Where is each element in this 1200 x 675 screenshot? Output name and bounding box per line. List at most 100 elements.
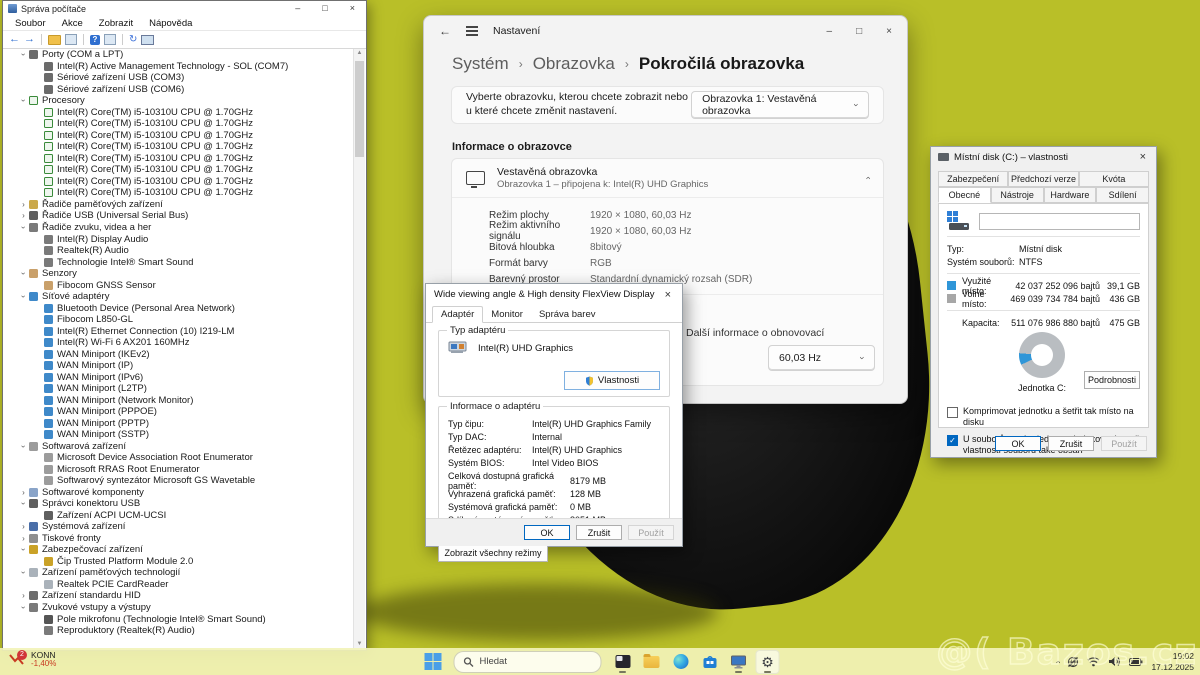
display-select-dropdown[interactable]: Obrazovka 1: Vestavěná obrazovka ›	[691, 91, 869, 119]
device-tree-item[interactable]: › Systémová zařízení	[4, 521, 353, 533]
taskbar-edge-button[interactable]	[669, 650, 693, 674]
device-tree-item[interactable]: WAN Miniport (PPPOE)	[4, 406, 353, 418]
tab-kvóta[interactable]: Kvóta	[1078, 171, 1149, 187]
device-tree-item[interactable]: Pole mikrofonu (Technologie Intel® Smart…	[4, 613, 353, 625]
device-tree-item[interactable]: › Senzory	[4, 268, 353, 280]
maximize-button[interactable]: □	[322, 1, 327, 16]
tab-monitor[interactable]: Monitor	[483, 307, 531, 322]
menu-item[interactable]: Zobrazit	[91, 18, 141, 29]
scrollbar-thumb[interactable]	[355, 61, 364, 157]
tab-obecné[interactable]: Obecné	[938, 187, 991, 203]
chevron-expanded-icon[interactable]: ›	[19, 291, 28, 302]
scroll-up-icon[interactable]: ▲	[354, 50, 365, 56]
device-tree-item[interactable]: Intel(R) Active Management Technology - …	[4, 61, 353, 73]
device-tree-item[interactable]: Microsoft Device Association Root Enumer…	[4, 452, 353, 464]
refresh-icon[interactable]: ↻	[129, 34, 137, 45]
monitor-icon[interactable]	[141, 34, 155, 45]
taskbar-computer-management-button[interactable]	[727, 650, 751, 674]
close-button[interactable]: ×	[350, 1, 355, 16]
widgets-button[interactable]: 2 KONN -1,40%	[8, 650, 56, 669]
device-tree-item[interactable]: › Porty (COM a LPT)	[4, 49, 353, 61]
device-tree-item[interactable]: WAN Miniport (IKEv2)	[4, 348, 353, 360]
chevron-expanded-icon[interactable]: ›	[19, 268, 28, 279]
device-tree-item[interactable]: Technologie Intel® Smart Sound	[4, 256, 353, 268]
device-tree-item[interactable]: WAN Miniport (IPv6)	[4, 371, 353, 383]
taskbar-settings-button[interactable]: ⚙	[755, 649, 780, 674]
device-tree-item[interactable]: Intel(R) Core(TM) i5-10310U CPU @ 1.70GH…	[4, 187, 353, 199]
device-tree-item[interactable]: Zařízení ACPI UCM-UCSI	[4, 510, 353, 522]
vertical-scrollbar[interactable]: ▲ ▼	[353, 49, 365, 648]
menu-item[interactable]: Nápověda	[141, 18, 200, 29]
device-tree-item[interactable]: WAN Miniport (Network Monitor)	[4, 394, 353, 406]
folder-icon[interactable]	[48, 34, 61, 45]
display-info-header[interactable]: Vestavěná obrazovka Obrazovka 1 – připoj…	[452, 159, 883, 198]
device-tree-item[interactable]: Fibocom GNSS Sensor	[4, 279, 353, 291]
chevron-expanded-icon[interactable]: ›	[19, 222, 28, 233]
cancel-button[interactable]: Zrušit	[1048, 436, 1094, 451]
menu-item[interactable]: Soubor	[7, 18, 54, 29]
tab-nástroje[interactable]: Nástroje	[990, 187, 1044, 203]
tab-zabezpečení[interactable]: Zabezpečení	[938, 171, 1009, 187]
device-tree-item[interactable]: Reproduktory (Realtek(R) Audio)	[4, 625, 353, 637]
device-tree-item[interactable]: Intel(R) Display Audio	[4, 233, 353, 245]
device-tree-item[interactable]: Čip Trusted Platform Module 2.0	[4, 556, 353, 568]
tab-předchozí verze[interactable]: Předchozí verze	[1008, 171, 1079, 187]
device-tree-item[interactable]: WAN Miniport (PPTP)	[4, 418, 353, 430]
device-tree-item[interactable]: WAN Miniport (IP)	[4, 360, 353, 372]
device-tree-item[interactable]: › Síťové adaptéry	[4, 291, 353, 303]
device-tree-item[interactable]: › Softwarová zařízení	[4, 441, 353, 453]
device-tree-item[interactable]: › Řadiče paměťových zařízení	[4, 199, 353, 211]
help-icon[interactable]: ?	[90, 34, 100, 45]
chevron-collapsed-icon[interactable]: ›	[18, 534, 29, 543]
minimize-button[interactable]: –	[827, 26, 833, 37]
close-button[interactable]: ×	[662, 289, 674, 301]
device-tree-item[interactable]: Intel(R) Core(TM) i5-10310U CPU @ 1.70GH…	[4, 107, 353, 119]
menu-item[interactable]: Akce	[54, 18, 91, 29]
device-tree-item[interactable]: Sériové zařízení USB (COM3)	[4, 72, 353, 84]
device-tree-item[interactable]: WAN Miniport (SSTP)	[4, 429, 353, 441]
device-tree-item[interactable]: Sériové zařízení USB (COM6)	[4, 84, 353, 96]
device-tree-item[interactable]: Fibocom L850-GL	[4, 314, 353, 326]
breadcrumb-item[interactable]: Obrazovka	[533, 54, 615, 74]
device-tree-item[interactable]: Realtek PCIE CardReader	[4, 579, 353, 591]
console-tree-icon[interactable]	[65, 34, 77, 45]
chevron-collapsed-icon[interactable]: ›	[18, 591, 29, 600]
device-tree-item[interactable]: › Řadiče zvuku, videa a her	[4, 222, 353, 234]
device-tree-item[interactable]: WAN Miniport (L2TP)	[4, 383, 353, 395]
device-tree-item[interactable]: Intel(R) Core(TM) i5-10310U CPU @ 1.70GH…	[4, 164, 353, 176]
titlebar[interactable]: Wide viewing angle & High density FlexVi…	[426, 284, 682, 305]
device-tree-item[interactable]: Intel(R) Core(TM) i5-10310U CPU @ 1.70GH…	[4, 141, 353, 153]
chevron-collapsed-icon[interactable]: ›	[18, 488, 29, 497]
device-tree-item[interactable]: Intel(R) Core(TM) i5-10310U CPU @ 1.70GH…	[4, 130, 353, 142]
chevron-expanded-icon[interactable]: ›	[19, 95, 28, 106]
device-tree-item[interactable]: › Softwarové komponenty	[4, 487, 353, 499]
device-tree-item[interactable]: Realtek(R) Audio	[4, 245, 353, 257]
device-tree-item[interactable]: › Zařízení standardu HID	[4, 590, 353, 602]
ok-button[interactable]: OK	[524, 525, 570, 540]
ok-button[interactable]: OK	[995, 436, 1041, 451]
device-tree-item[interactable]: Intel(R) Ethernet Connection (10) I219-L…	[4, 325, 353, 337]
details-button[interactable]: Podrobnosti	[1084, 371, 1140, 389]
back-icon[interactable]: ←	[439, 24, 451, 38]
device-tree-item[interactable]: Softwarový syntezátor Microsoft GS Wavet…	[4, 475, 353, 487]
device-tree-item[interactable]: › Tiskové fronty	[4, 533, 353, 545]
list-view-icon[interactable]	[104, 34, 116, 45]
titlebar[interactable]: Místní disk (C:) – vlastnosti ×	[931, 147, 1156, 167]
device-tree-item[interactable]: › Zvukové vstupy a výstupy	[4, 602, 353, 614]
taskbar-file-explorer-button[interactable]	[640, 650, 664, 674]
device-tree-item[interactable]: › Správci konektoru USB	[4, 498, 353, 510]
refresh-rate-dropdown[interactable]: 60,03 Hz ›	[768, 345, 875, 371]
tab-sdílení[interactable]: Sdílení	[1096, 187, 1149, 203]
chevron-collapsed-icon[interactable]: ›	[18, 211, 29, 220]
maximize-button[interactable]: □	[856, 26, 862, 37]
checkbox-unchecked[interactable]	[947, 407, 958, 418]
device-tree-item[interactable]: Intel(R) Core(TM) i5-10310U CPU @ 1.70GH…	[4, 153, 353, 165]
cancel-button[interactable]: Zrušit	[576, 525, 622, 540]
close-button[interactable]: ×	[1137, 151, 1149, 163]
device-tree-item[interactable]: Intel(R) Wi-Fi 6 AX201 160MHz	[4, 337, 353, 349]
tab-adaptér[interactable]: Adaptér	[432, 306, 484, 323]
close-button[interactable]: ×	[886, 26, 892, 37]
scroll-down-icon[interactable]: ▼	[354, 641, 365, 647]
chevron-collapsed-icon[interactable]: ›	[18, 200, 29, 209]
volume-label-input[interactable]	[979, 212, 1140, 230]
